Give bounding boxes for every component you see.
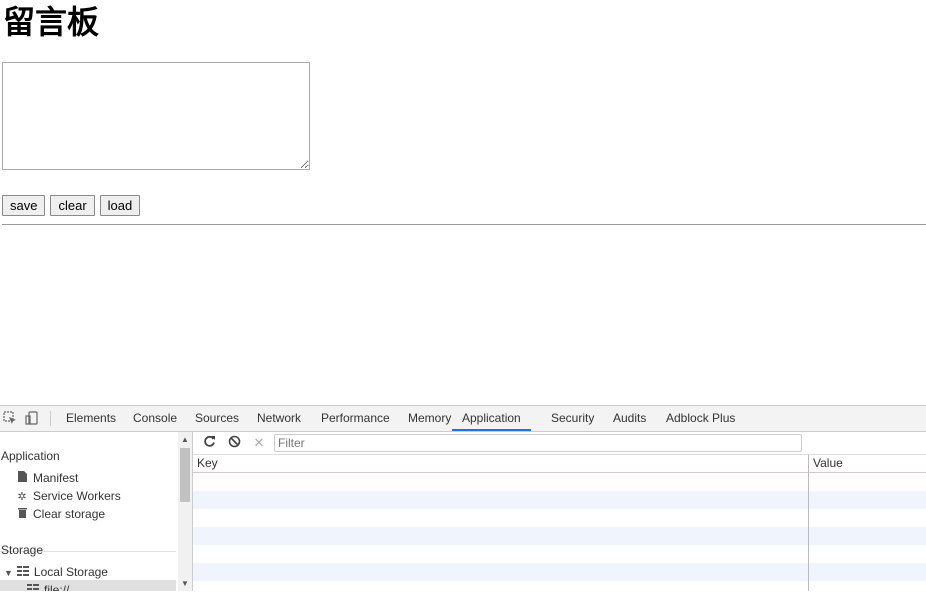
toolbar-divider (50, 411, 51, 426)
sidebar-item-label: Service Workers (33, 489, 121, 503)
tab-memory[interactable]: Memory (408, 406, 451, 431)
close-icon[interactable]: ✕ (251, 435, 267, 451)
tab-performance[interactable]: Performance (321, 406, 390, 431)
button-group: save clear load (2, 195, 141, 216)
table-row (193, 545, 926, 563)
refresh-icon[interactable] (201, 435, 217, 451)
file-icon (15, 471, 29, 485)
column-header-value[interactable]: Value (813, 456, 843, 470)
scroll-up-icon[interactable]: ▲ (180, 435, 190, 445)
sidebar-heading-application: Application (1, 449, 60, 463)
scroll-down-icon[interactable]: ▼ (180, 579, 190, 589)
sidebar-item-clear-storage[interactable]: Clear storage (15, 507, 105, 521)
sidebar-item-service-workers[interactable]: ✲ Service Workers (15, 489, 121, 503)
table-row (193, 563, 926, 581)
page-content: 留言板 save clear load (0, 0, 926, 405)
sidebar-item-manifest[interactable]: Manifest (15, 471, 78, 485)
block-icon[interactable] (226, 435, 242, 451)
gear-icon: ✲ (17, 491, 27, 503)
filter-input[interactable] (274, 434, 802, 452)
tab-adblock-plus[interactable]: Adblock Plus (666, 406, 735, 431)
sidebar-item-local-storage[interactable]: ▼ Local Storage (4, 565, 108, 579)
save-button[interactable]: save (2, 195, 46, 216)
message-textarea[interactable] (2, 62, 310, 170)
trash-icon (15, 507, 29, 521)
tab-application[interactable]: Application (452, 406, 531, 431)
grid-icon (16, 566, 30, 579)
tab-elements[interactable]: Elements (66, 406, 116, 431)
sidebar-item-label: Clear storage (33, 507, 106, 521)
storage-toolbar: ✕ (193, 432, 926, 455)
tab-network[interactable]: Network (257, 406, 301, 431)
sidebar-item-label: Manifest (33, 471, 79, 485)
table-row (193, 527, 926, 545)
tab-security[interactable]: Security (551, 406, 594, 431)
table-row (193, 581, 926, 599)
table-header: Key Value (193, 455, 926, 473)
clear-button[interactable]: clear (50, 195, 95, 216)
sidebar-heading-storage: Storage (1, 543, 44, 557)
tab-sources[interactable]: Sources (195, 406, 239, 431)
tab-console[interactable]: Console (133, 406, 177, 431)
sidebar-item-label: Local Storage (33, 565, 108, 579)
table-row (193, 491, 926, 509)
table-row (193, 509, 926, 527)
column-divider[interactable] (808, 455, 809, 591)
inspect-element-icon[interactable] (3, 411, 17, 425)
tab-audits[interactable]: Audits (613, 406, 646, 431)
device-toolbar-icon[interactable] (25, 411, 39, 425)
storage-view: ✕ Key Value (193, 432, 926, 599)
horizontal-rule (2, 224, 926, 225)
devtools-tabbar: Elements Console Sources Network Perform… (0, 406, 926, 432)
scrollbar-thumb[interactable] (180, 448, 190, 502)
column-header-key[interactable]: Key (197, 456, 218, 470)
devtools-panel: Elements Console Sources Network Perform… (0, 405, 926, 599)
table-row (193, 473, 926, 491)
page-title: 留言板 (3, 3, 100, 41)
load-button[interactable]: load (99, 195, 141, 216)
application-sidebar: Application Manifest ✲ Service Workers Cl… (0, 432, 193, 591)
expand-triangle-icon[interactable]: ▼ (4, 568, 13, 578)
key-value-table: Key Value (193, 455, 926, 599)
